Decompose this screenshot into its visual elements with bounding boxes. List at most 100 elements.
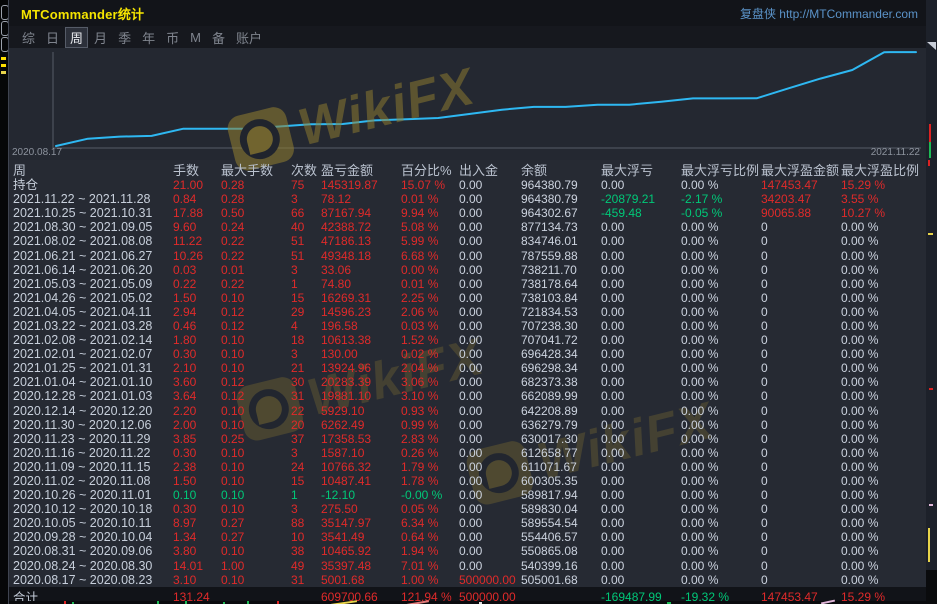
table-row[interactable]: 2021.02.01 ~ 2021.02.070.300.103130.000.… (9, 347, 926, 361)
value-cell: 0.00 (459, 474, 521, 488)
value-cell: 14.01 (173, 559, 221, 573)
stats-table: 周手数最大手数次数盈亏金额百分比%出入金余额最大浮亏最大浮亏比例最大浮盈金额最大… (9, 160, 926, 587)
table-row[interactable]: 2021.01.25 ~ 2021.01.312.100.102113924.9… (9, 361, 926, 375)
table-row[interactable]: 2021.11.22 ~ 2021.11.280.840.28378.120.0… (9, 192, 926, 206)
value-cell: 0.00 (459, 375, 521, 389)
value-cell: 0.00 (601, 404, 681, 418)
value-cell: 0.00 % (681, 432, 761, 446)
table-row[interactable]: 2020.12.14 ~ 2020.12.202.200.10225929.10… (9, 404, 926, 418)
table-row[interactable]: 2021.08.30 ~ 2021.09.059.600.244042388.7… (9, 220, 926, 234)
table-row[interactable]: 2020.11.30 ~ 2020.12.062.000.10206262.49… (9, 418, 926, 432)
value-cell: 0.00 % (841, 347, 927, 361)
table-row[interactable]: 2020.11.16 ~ 2020.11.220.300.1031587.100… (9, 446, 926, 460)
value-cell: 0.00 (601, 573, 681, 587)
period-cell: 2021.08.30 ~ 2021.09.05 (13, 220, 173, 234)
value-cell: 1.78 % (401, 474, 459, 488)
value-cell: 0.10 (221, 347, 291, 361)
value-cell: 10 (291, 530, 321, 544)
menu-item-币[interactable]: 币 (161, 27, 184, 48)
table-row[interactable]: 2020.08.17 ~ 2020.08.233.100.10315001.68… (9, 573, 926, 587)
table-row[interactable]: 2020.09.28 ~ 2020.10.041.340.27103541.49… (9, 530, 926, 544)
table-row[interactable]: 2021.10.25 ~ 2021.10.3117.880.506687167.… (9, 206, 926, 220)
value-cell: 0.10 (221, 502, 291, 516)
period-cell: 2021.11.22 ~ 2021.11.28 (13, 192, 173, 206)
brand-link[interactable]: 复盘侠 http://MTCommander.com (740, 5, 918, 22)
table-row[interactable]: 2020.11.09 ~ 2020.11.152.380.102410766.3… (9, 460, 926, 474)
column-header: 盈亏金额 (321, 160, 401, 179)
value-cell: 7.01 % (401, 559, 459, 573)
value-cell: 0.30 (173, 347, 221, 361)
table-row[interactable]: 2020.11.02 ~ 2020.11.081.500.101510487.4… (9, 474, 926, 488)
ma-line-mark (928, 528, 930, 562)
table-row[interactable]: 2021.06.21 ~ 2021.06.2710.260.225149348.… (9, 248, 926, 262)
candle-mark (929, 388, 933, 390)
period-cell: 2020.12.14 ~ 2020.12.20 (13, 404, 173, 418)
menu-item-年[interactable]: 年 (137, 27, 160, 48)
table-row[interactable]: 2020.10.12 ~ 2020.10.180.300.103275.500.… (9, 502, 926, 516)
value-cell: 0 (761, 375, 841, 389)
value-cell: 0.00 (601, 530, 681, 544)
value-cell: 589817.94 (521, 488, 601, 502)
value-cell: 0.00 % (681, 220, 761, 234)
value-cell: 612658.77 (521, 446, 601, 460)
value-cell: 0.03 % (401, 319, 459, 333)
period-cell: 2020.10.12 ~ 2020.10.18 (13, 502, 173, 516)
table-row[interactable]: 2021.04.26 ~ 2021.05.021.500.101516269.3… (9, 291, 926, 305)
period-cell: 2021.01.25 ~ 2021.01.31 (13, 361, 173, 375)
value-cell: 0 (761, 277, 841, 291)
table-row[interactable]: 2020.08.24 ~ 2020.08.3014.011.004935397.… (9, 559, 926, 573)
table-row[interactable]: 2021.02.08 ~ 2021.02.141.800.101810613.3… (9, 333, 926, 347)
menu-item-备[interactable]: 备 (207, 27, 230, 48)
table-row[interactable]: 2021.04.05 ~ 2021.04.112.940.122914596.2… (9, 305, 926, 319)
value-cell: 0.00 % (681, 361, 761, 375)
period-cell: 2020.11.09 ~ 2020.11.15 (13, 460, 173, 474)
value-cell: 0 (761, 516, 841, 530)
table-row[interactable]: 2021.01.04 ~ 2021.01.103.600.123020283.3… (9, 375, 926, 389)
value-cell: -12.10 (321, 488, 401, 502)
period-cell: 2021.02.08 ~ 2021.02.14 (13, 333, 173, 347)
value-cell: 0.00 % (681, 389, 761, 403)
value-cell: 0.00 (459, 234, 521, 248)
value-cell: 0.00 (601, 361, 681, 375)
value-cell: 31 (291, 573, 321, 587)
period-cell: 2020.08.17 ~ 2020.08.23 (13, 573, 173, 587)
menu-item-M[interactable]: M (185, 29, 206, 46)
value-cell: 0.22 (221, 277, 291, 291)
value-cell: 9.60 (173, 220, 221, 234)
table-row[interactable]: 2021.08.02 ~ 2021.08.0811.220.225147186.… (9, 234, 926, 248)
value-cell: 0.00 (601, 375, 681, 389)
value-cell: 9.94 % (401, 206, 459, 220)
menu-item-月[interactable]: 月 (89, 27, 112, 48)
table-row[interactable]: 2021.05.03 ~ 2021.05.090.220.22174.800.0… (9, 277, 926, 291)
table-row[interactable]: 2020.08.31 ~ 2020.09.063.800.103810465.9… (9, 544, 926, 558)
table-row[interactable]: 2021.06.14 ~ 2021.06.200.030.01333.060.0… (9, 263, 926, 277)
menu-item-账户[interactable]: 账户 (231, 27, 267, 48)
value-cell: -0.05 % (681, 206, 761, 220)
value-cell: 964302.67 (521, 206, 601, 220)
equity-chart[interactable]: 2020.08.17 2021.11.22 (9, 48, 926, 160)
value-cell: 22 (291, 404, 321, 418)
table-row[interactable]: 持仓21.000.2875145319.8715.07 %0.00964380.… (9, 178, 926, 192)
value-cell: 0.00 % (841, 291, 927, 305)
menu-item-日[interactable]: 日 (41, 27, 64, 48)
balance-line-series (56, 52, 916, 146)
value-cell: 696298.34 (521, 361, 601, 375)
value-cell: 5.08 % (401, 220, 459, 234)
value-cell: 707238.30 (521, 319, 601, 333)
value-cell: 24 (291, 460, 321, 474)
total-row[interactable]: 合计131.24609700.66121.94 %500000.00-16948… (9, 587, 930, 601)
menu-item-周[interactable]: 周 (65, 27, 88, 48)
value-cell: 0.00 % (841, 333, 927, 347)
table-row[interactable]: 2020.11.23 ~ 2020.11.293.850.253717358.5… (9, 432, 926, 446)
value-cell: 877134.73 (521, 220, 601, 234)
menu-item-综[interactable]: 综 (17, 27, 40, 48)
value-cell: 0.00 % (681, 319, 761, 333)
table-row[interactable]: 2020.12.28 ~ 2021.01.033.640.123119881.1… (9, 389, 926, 403)
table-row[interactable]: 2020.10.05 ~ 2020.10.118.970.278835147.9… (9, 516, 926, 530)
period-cell: 2021.01.04 ~ 2021.01.10 (13, 375, 173, 389)
table-row[interactable]: 2020.10.26 ~ 2020.11.010.100.101-12.10-0… (9, 488, 926, 502)
period-cell: 2021.10.25 ~ 2021.10.31 (13, 206, 173, 220)
value-cell: 6262.49 (321, 418, 401, 432)
table-row[interactable]: 2021.03.22 ~ 2021.03.280.460.124196.580.… (9, 319, 926, 333)
menu-item-季[interactable]: 季 (113, 27, 136, 48)
